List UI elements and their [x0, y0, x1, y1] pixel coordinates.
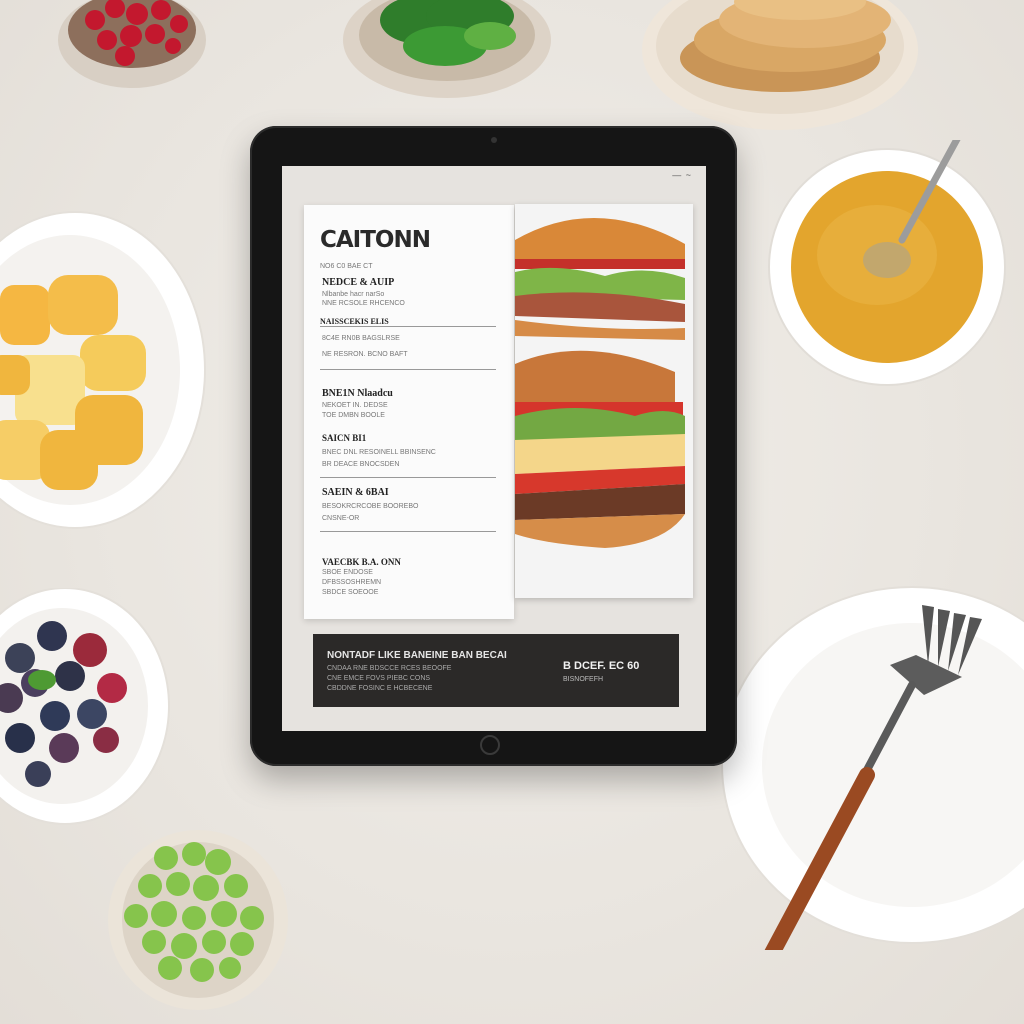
- dinner-plate-with-fork: [721, 586, 1024, 950]
- promo-title: NONTADF LIKE BANEINE BAN BECAI: [327, 650, 507, 661]
- menu-item-line: CNSNE-OR: [322, 515, 360, 522]
- divider: [320, 369, 496, 370]
- menu-item-line: TOE DMBN BOOLE: [322, 412, 385, 419]
- promo-price: B DCEF. EC 60: [563, 660, 640, 672]
- tablet-device: — ~ CAITONN NO6 C0 BAE CT NEDCE & AUIP N…: [250, 126, 737, 766]
- menu-item-line: SBDCE SOEOOE: [322, 589, 379, 596]
- menu-item-title[interactable]: VAECBK B.A. ONN: [322, 557, 401, 567]
- divider: [320, 477, 496, 478]
- divider: [320, 531, 496, 532]
- status-marks: — ~: [672, 170, 692, 180]
- salad-greens-bowl: [343, 0, 551, 98]
- burger-photo-card: [515, 204, 693, 598]
- menu-card: CAITONN NO6 C0 BAE CT NEDCE & AUIP Nlban…: [304, 205, 514, 619]
- promo-banner[interactable]: NONTADF LIKE BANEINE BAN BECAI CNDAA RNE…: [313, 634, 679, 707]
- menu-item-line: BR DEACE BNOCSDEN: [322, 461, 400, 468]
- divider: [320, 326, 496, 327]
- menu-item-line: NE RESRON. BCNO BAFT: [322, 351, 408, 358]
- menu-item-line: BNEC DNL RESOINELL BBINSENC: [322, 449, 436, 456]
- promo-line: CNE EMCE FOVS PIEBC CONS: [327, 675, 431, 682]
- menu-item-title[interactable]: BNE1N Nlaadcu: [322, 388, 393, 399]
- promo-price-note: BISNOFEFH: [563, 676, 604, 683]
- menu-item-title[interactable]: NEDCE & AUIP: [322, 277, 394, 288]
- home-button[interactable]: [480, 735, 500, 755]
- menu-item-line: Nlbanbe hacr narSo: [322, 291, 385, 298]
- soup-bowl: [768, 140, 1006, 386]
- menu-item-line: SBOE ENDOSE: [322, 569, 373, 576]
- green-peas-bowl: [108, 830, 288, 1010]
- burger-photo: [515, 204, 693, 598]
- menu-item-line: NEKOET IN. DEDSE: [322, 402, 388, 409]
- menu-item-line: BESOKRCRCOBE BOOREBO: [322, 503, 419, 510]
- pancake-plate: [642, 0, 918, 130]
- raspberry-bowl: [58, 0, 206, 88]
- menu-item-line: NNE RCSOLE RHCENCO: [322, 300, 405, 307]
- menu-item-line: DFBSSOSHREMN: [322, 579, 382, 586]
- tablet-screen: — ~ CAITONN NO6 C0 BAE CT NEDCE & AUIP N…: [282, 166, 706, 731]
- menu-item-title[interactable]: SAICN BI1: [322, 433, 366, 443]
- berry-bowl: [0, 588, 170, 825]
- menu-item-title[interactable]: NAISSCEKIS ELIS: [320, 317, 389, 326]
- potato-bowl: [0, 211, 206, 529]
- tabletop-scene: — ~ CAITONN NO6 C0 BAE CT NEDCE & AUIP N…: [0, 0, 1024, 1024]
- menu-title: CAITONN: [320, 227, 431, 253]
- menu-item-title[interactable]: SAEIN & 6BAI: [322, 487, 389, 498]
- menu-subtitle: NO6 C0 BAE CT: [320, 263, 373, 270]
- promo-line: CBDDNE FOSINC E HCBECENE: [327, 685, 433, 692]
- promo-line: CNDAA RNE BDSCCE RCES BEOOFE: [327, 665, 452, 672]
- menu-item-line: 8C4E RN0B BAGSLRSE: [322, 335, 400, 342]
- camera-icon: [491, 137, 497, 143]
